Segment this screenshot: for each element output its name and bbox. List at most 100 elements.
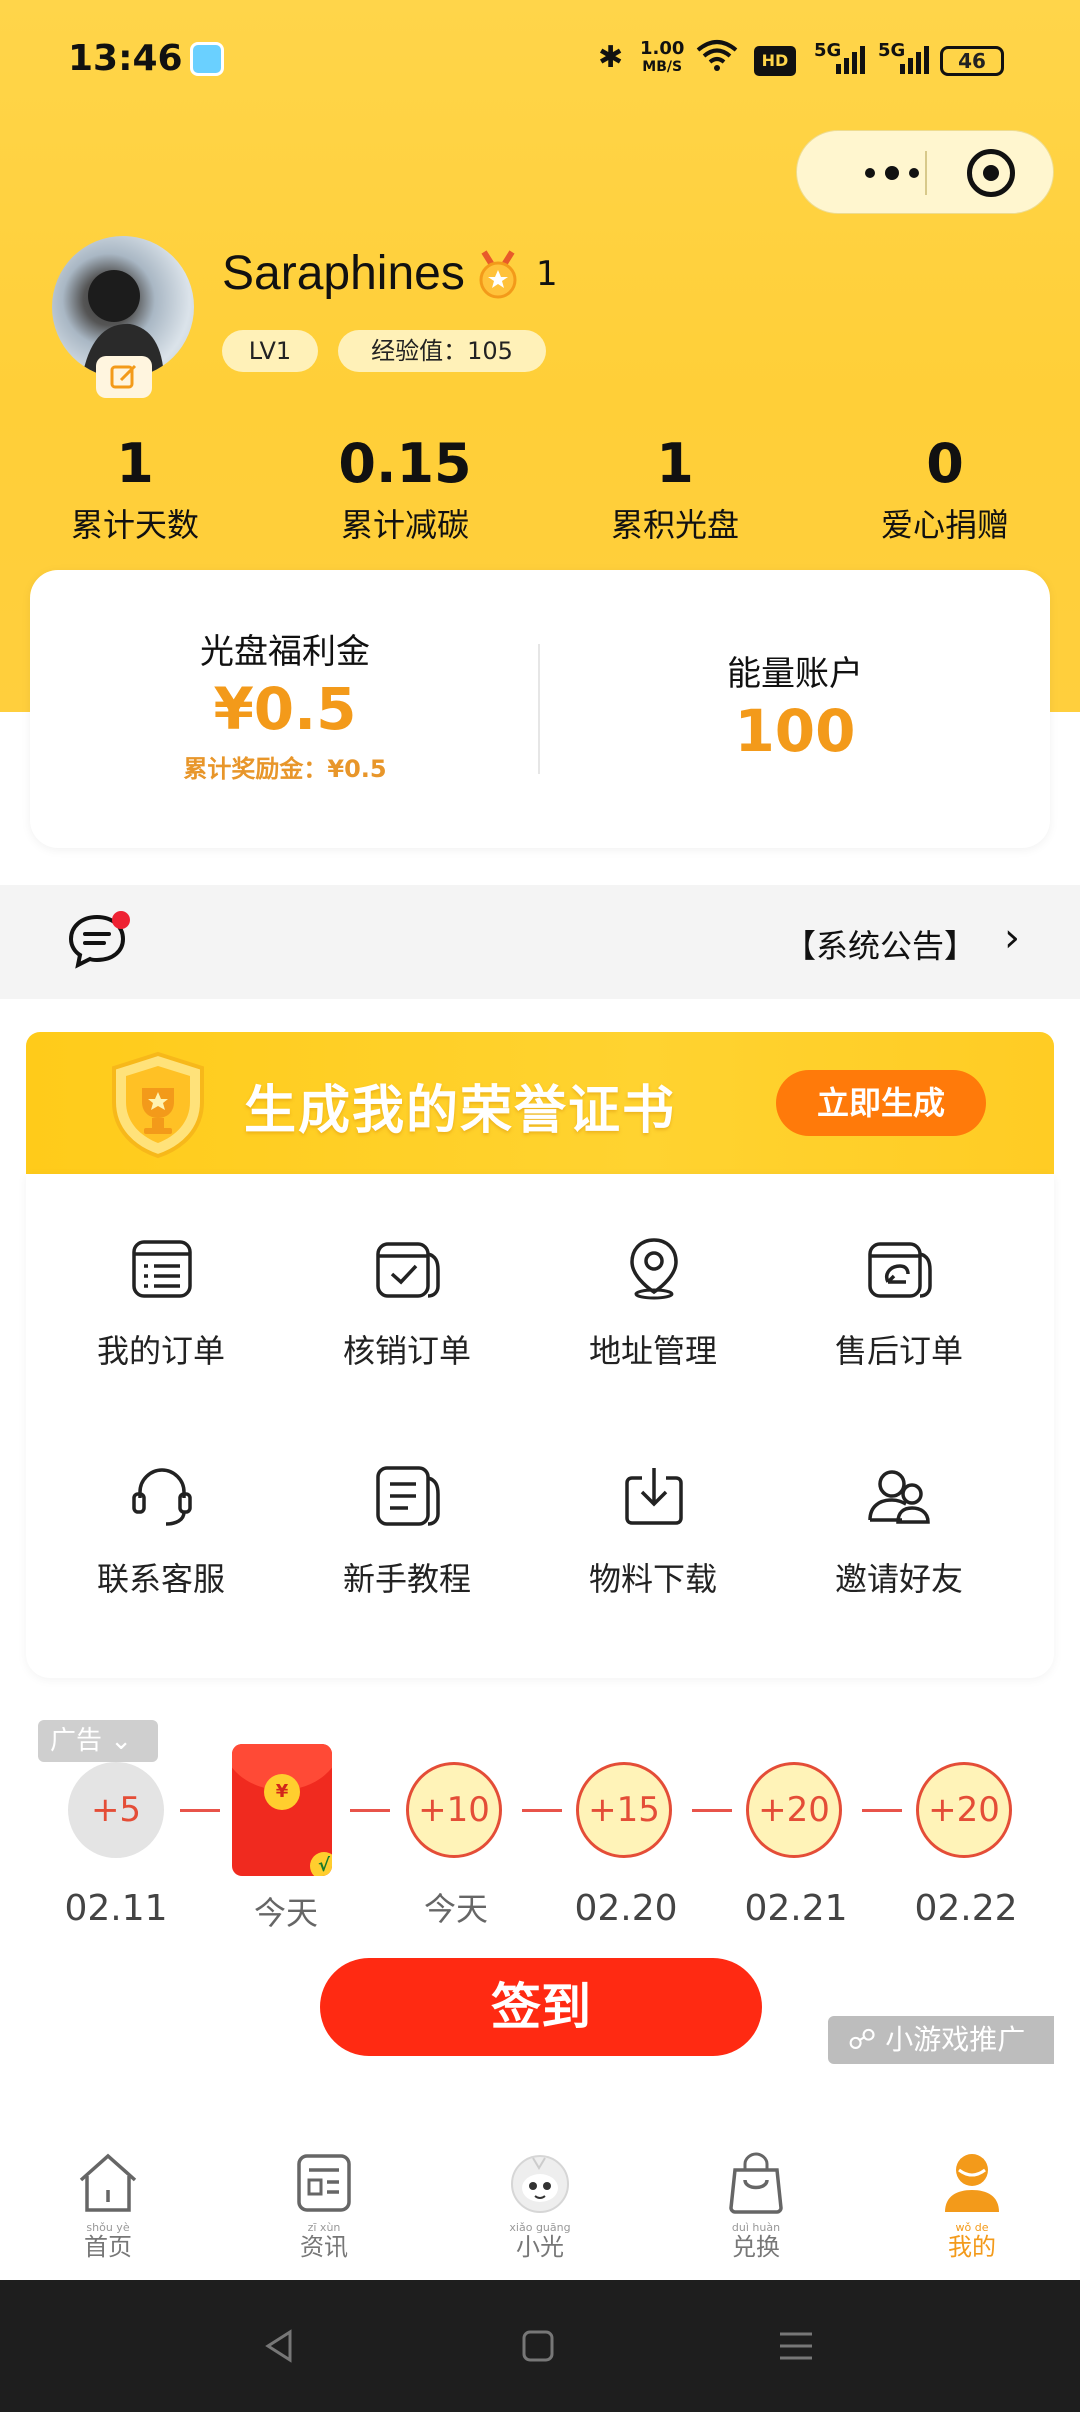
tab-label: 我的 — [948, 2233, 996, 2261]
order-list-icon — [132, 1240, 192, 1298]
stat-label: 累计减碳 — [340, 506, 469, 544]
system-notice-bar[interactable]: 【系统公告】 › — [0, 885, 1080, 999]
more-menu-button[interactable] — [837, 131, 947, 215]
stat-label: 爱心捐赠 — [880, 506, 1009, 544]
stat-value: 1 — [656, 432, 694, 495]
function-grid: 我的订单 核销订单 地址管理 售后订单 联系客服 新手教程 物料下载 邀请好友 — [26, 1174, 1054, 1678]
signal-bars-2-icon — [900, 44, 929, 74]
signin-day-reward: +20 — [746, 1762, 842, 1858]
signin-day-reward: +15 — [576, 1762, 672, 1858]
welfare-amount: ¥0.5 — [213, 675, 357, 743]
stat-carbon[interactable]: 0.15 累计减碳 — [295, 432, 515, 546]
stat-label: 累计天数 — [70, 506, 199, 544]
close-miniprogram-icon[interactable] — [967, 149, 1015, 197]
bluetooth-icon: ✱ — [598, 40, 624, 75]
menu-item-address[interactable]: 地址管理 — [530, 1204, 776, 1404]
tab-xiaoguang[interactable]: xiǎo guāng 小光 — [460, 2150, 620, 2260]
speed-value: 1.00 — [640, 38, 685, 59]
signin-day-date: 今天 — [423, 1890, 488, 1928]
download-icon — [625, 1468, 683, 1525]
status-bar: 13:46 ✱ 1.00 MB/S HD 5G 5G 46 — [0, 0, 1080, 120]
medal-icon — [474, 250, 522, 300]
tab-label: 小光 — [516, 2233, 564, 2261]
stat-donations[interactable]: 0 爱心捐赠 — [835, 432, 1055, 546]
verify-order-icon — [376, 1242, 440, 1298]
menu-item-after-sales[interactable]: 售后订单 — [776, 1204, 1022, 1404]
menu-item-tutorial[interactable]: 新手教程 — [284, 1432, 530, 1632]
stat-plates[interactable]: 1 累积光盘 — [565, 432, 785, 546]
signin-day-date: 02.11 — [64, 1888, 168, 1929]
exp-badge: 经验值：105 — [338, 330, 546, 372]
honor-certificate-banner[interactable]: 生成我的荣誉证书 立即生成 — [26, 1032, 1054, 1174]
level-badge: LV1 — [222, 330, 318, 372]
welfare-fund[interactable]: 光盘福利金 ¥0.5 累计奖励金：¥0.5 — [30, 570, 540, 784]
user-icon — [945, 2154, 999, 2212]
tab-news[interactable]: zī xùn 资讯 — [244, 2150, 404, 2260]
capsule-divider — [925, 151, 927, 195]
generate-certificate-button[interactable]: 立即生成 — [776, 1070, 986, 1136]
tab-mine[interactable]: wǒ de 我的 — [892, 2150, 1052, 2260]
home-nav-icon[interactable] — [518, 2326, 558, 2366]
menu-item-invite-friends[interactable]: 邀请好友 — [776, 1432, 1022, 1632]
chain-connector — [862, 1809, 902, 1812]
stat-days[interactable]: 1 累计天数 — [25, 432, 245, 546]
tab-label: 首页 — [84, 2233, 132, 2261]
tab-label: 资讯 — [300, 2233, 348, 2261]
menu-item-customer-service[interactable]: 联系客服 — [38, 1432, 284, 1632]
chain-connector — [180, 1809, 220, 1812]
battery-indicator: 46 — [940, 46, 1004, 76]
back-icon[interactable] — [260, 2326, 300, 2366]
energy-title: 能量账户 — [727, 654, 863, 694]
minigame-promo-link[interactable]: ☍ 小游戏推广 — [828, 2016, 1054, 2064]
ad-tag[interactable]: 广告 ⌄ — [38, 1720, 158, 1762]
sign-in-button[interactable]: 签到 — [320, 1958, 762, 2056]
chain-connector — [350, 1809, 390, 1812]
menu-item-label: 核销订单 — [342, 1332, 471, 1370]
system-navigation-bar — [0, 2280, 1080, 2412]
signin-day-date: 02.20 — [574, 1888, 678, 1929]
minigame-label: 小游戏推广 — [885, 2023, 1026, 2056]
chevron-right-icon: › — [1004, 915, 1020, 961]
menu-item-download[interactable]: 物料下载 — [530, 1432, 776, 1632]
hd-badge: HD — [754, 46, 796, 76]
app-notification-icon — [190, 42, 224, 76]
welfare-total: 累计奖励金：¥0.5 — [183, 755, 387, 783]
miniprogram-capsule — [796, 130, 1054, 214]
location-pin-icon — [630, 1238, 678, 1300]
signin-day-date: 今天 — [253, 1894, 318, 1932]
network-speed: 1.00 MB/S — [640, 40, 684, 76]
signin-day-reward: +5 — [68, 1762, 164, 1858]
menu-item-my-orders[interactable]: 我的订单 — [38, 1204, 284, 1404]
red-packet-icon[interactable]: ¥ √ — [232, 1744, 332, 1876]
menu-item-verify-orders[interactable]: 核销订单 — [284, 1204, 530, 1404]
shopping-bag-icon — [729, 2152, 783, 2214]
checked-icon: √ — [310, 1852, 332, 1876]
menu-item-label: 联系客服 — [96, 1560, 225, 1598]
recent-apps-icon[interactable] — [776, 2326, 816, 2366]
status-time: 13:46 — [68, 38, 183, 79]
username: Saraphines — [222, 247, 465, 300]
stat-value: 0 — [926, 432, 964, 495]
menu-item-label: 我的订单 — [96, 1332, 225, 1370]
welfare-title: 光盘福利金 — [200, 632, 370, 672]
tutorial-doc-icon — [376, 1466, 440, 1526]
chain-connector — [522, 1809, 562, 1812]
bottom-tab-bar: shǒu yè 首页 zī xùn 资讯 xiǎo guāng 小光 duì h… — [0, 2130, 1080, 2280]
tab-home[interactable]: shǒu yè 首页 — [28, 2150, 188, 2260]
tab-exchange[interactable]: duì huàn 兑换 — [676, 2150, 836, 2260]
edit-profile-icon[interactable] — [96, 356, 152, 398]
invite-friends-icon — [868, 1470, 930, 1524]
stat-value: 0.15 — [338, 432, 472, 495]
signin-day-date: 02.22 — [914, 1888, 1018, 1929]
menu-item-label: 邀请好友 — [834, 1560, 963, 1598]
chain-connector — [692, 1809, 732, 1812]
headset-icon — [132, 1468, 192, 1526]
signin-day-reward: +10 — [406, 1762, 502, 1858]
news-icon — [297, 2154, 351, 2212]
tab-label: 兑换 — [732, 2233, 780, 2261]
medal-count: 1 — [536, 254, 558, 294]
energy-account[interactable]: 能量账户 100 — [540, 570, 1050, 765]
packet-coin: ¥ — [264, 1774, 300, 1810]
wifi-icon — [696, 38, 738, 80]
unread-dot — [112, 911, 130, 929]
